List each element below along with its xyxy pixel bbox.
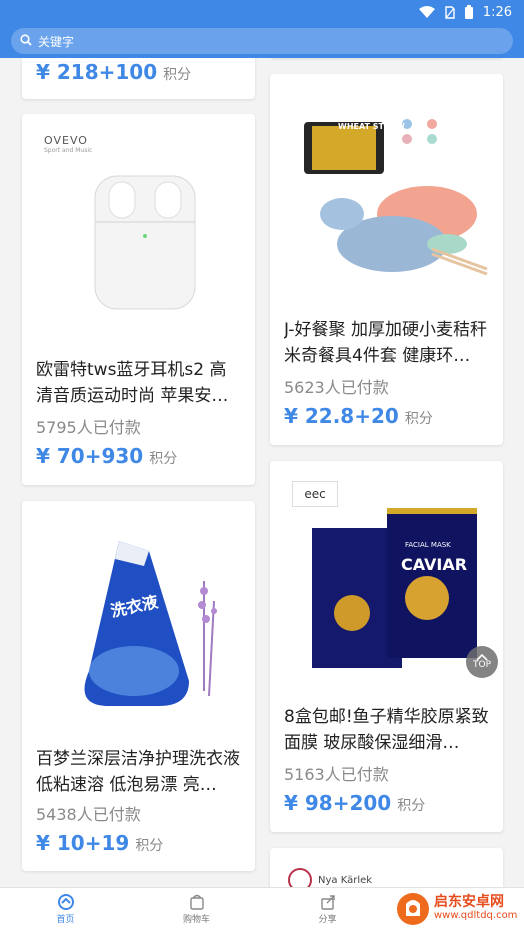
- search-placeholder: 关键字: [38, 34, 75, 49]
- paid-count: 5795人已付款: [36, 418, 141, 437]
- product-title: 百梦兰深层洁净护理洗衣液 低粘速溶 低泡易漂 亮…: [36, 749, 240, 795]
- product-label: CAVIAR: [401, 555, 468, 574]
- paid-count: 5623人已付款: [284, 378, 389, 397]
- points-unit: 积分: [149, 451, 178, 467]
- price-amount: ¥ 70+930: [36, 444, 144, 468]
- search-bar[interactable]: 关键字: [11, 28, 513, 54]
- product-card[interactable]: WHEAT STRAW J-好餐聚 加厚加硬小麦秸秆米奇餐具4件套 健康环… 5…: [270, 74, 503, 445]
- price-row: ¥ 10+19 积分: [36, 831, 163, 855]
- facial-mask-box-icon: [311, 508, 477, 668]
- points-unit: 积分: [404, 411, 433, 427]
- back-to-top-label: TOP: [472, 660, 491, 670]
- watermark-title: 启东安卓网: [434, 894, 504, 910]
- product-image[interactable]: eec FACIAL MASK CAVIAR: [270, 461, 503, 679]
- points-unit: 积分: [163, 67, 192, 83]
- detergent-pouch-icon: [84, 541, 217, 706]
- product-title: 8盒包邮!鱼子精华胶原紧致面膜 玻尿酸保湿细滑…: [284, 707, 489, 753]
- brand-tagline: Sport and Music: [44, 147, 93, 154]
- paid-count: 5438人已付款: [36, 805, 141, 824]
- tab-label: 购物车: [182, 915, 210, 925]
- tableware-set-icon: [303, 114, 488, 276]
- product-label: WHEAT STRAW: [338, 122, 405, 131]
- wifi-icon: [418, 6, 435, 18]
- product-card[interactable]: Nya Kärlek: [270, 848, 503, 887]
- back-to-top-button[interactable]: TOP: [466, 646, 498, 678]
- cart-icon: [189, 894, 204, 910]
- product-image[interactable]: WHEAT STRAW: [270, 74, 503, 294]
- product-card[interactable]: OVEVO Sport and Music 欧雷特tws蓝牙耳机s2 高清音质运…: [22, 114, 255, 485]
- product-title: J-好餐聚 加厚加硬小麦秸秆米奇餐具4件套 健康环…: [284, 320, 487, 366]
- battery-icon: [464, 5, 473, 19]
- points-unit: 积分: [135, 838, 164, 854]
- product-image[interactable]: OVEVO Sport and Music: [22, 114, 255, 332]
- price-row: ¥ 70+930 积分: [36, 444, 177, 468]
- tab-home[interactable]: 首页: [0, 888, 131, 931]
- status-time: 1:26: [482, 4, 512, 20]
- product-feed[interactable]: ¥ 218+100 积分 OVEVO Sport and Music 欧雷特tw…: [0, 58, 524, 887]
- product-card[interactable]: 洗衣液 百梦兰深层洁净护理洗衣液 低粘速溶 低泡易漂 亮… 5438人已付款 ¥…: [22, 501, 255, 871]
- no-sim-icon: [445, 5, 455, 19]
- brand-logo: Nya Kärlek: [318, 874, 373, 886]
- price-amount: ¥ 22.8+20: [284, 404, 399, 428]
- product-title: 欧雷特tws蓝牙耳机s2 高清音质运动时尚 苹果安…: [36, 360, 229, 406]
- product-card[interactable]: eec FACIAL MASK CAVIAR 8盒包邮!鱼子精华胶原紧致面膜 玻…: [270, 461, 503, 832]
- points-unit: 积分: [397, 798, 426, 814]
- tab-label: 首页: [56, 915, 75, 925]
- paid-count: 5163人已付款: [284, 765, 389, 784]
- tab-label: 分享: [318, 915, 337, 925]
- share-icon: [320, 895, 335, 910]
- product-image[interactable]: 洗衣液: [22, 501, 255, 719]
- watermark: 启东安卓网 www.qdltdq.com: [396, 890, 522, 928]
- home-icon: [57, 894, 74, 910]
- brand-logo-icon: [288, 868, 312, 887]
- search-icon: [20, 33, 32, 49]
- price-amount: ¥ 10+19: [36, 831, 130, 855]
- price-row: ¥ 22.8+20 积分: [284, 404, 433, 428]
- brand-logo: eec: [292, 481, 338, 507]
- product-label: FACIAL MASK: [405, 541, 451, 549]
- price-amount: ¥ 98+200: [284, 791, 392, 815]
- header: 关键字: [0, 24, 524, 58]
- tab-share[interactable]: 分享: [262, 888, 393, 931]
- tab-cart[interactable]: 购物车: [131, 888, 262, 931]
- watermark-logo-icon: [397, 893, 429, 925]
- price-amount: ¥ 218+100: [36, 60, 158, 84]
- status-bar: 1:26: [0, 0, 524, 24]
- watermark-url: www.qdltdq.com: [434, 910, 518, 921]
- price-row: ¥ 98+200 积分: [284, 791, 425, 815]
- price-row: ¥ 218+100 积分: [36, 60, 191, 84]
- product-card[interactable]: ¥ 218+100 积分: [22, 58, 255, 99]
- brand-logo: OVEVO: [44, 134, 88, 147]
- earbuds-case-icon: [94, 175, 195, 310]
